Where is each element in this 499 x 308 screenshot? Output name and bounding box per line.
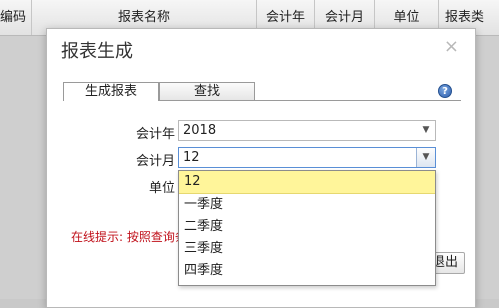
fiscal-year-label: 会计年	[136, 127, 176, 142]
column-header-code[interactable]: 编码	[0, 0, 32, 35]
fiscal-month-select[interactable]: 12 ▼	[178, 147, 436, 168]
fiscal-month-value: 12	[183, 150, 200, 165]
dropdown-option[interactable]: 四季度	[179, 260, 435, 282]
fiscal-month-label: 会计月	[136, 154, 176, 169]
tab-search[interactable]: 查找	[159, 82, 255, 100]
unit-label: 单位	[149, 181, 176, 196]
online-hint: 在线提示: 按照查询条	[71, 230, 187, 244]
help-icon[interactable]: ?	[438, 84, 452, 98]
dropdown-option[interactable]: 12	[179, 171, 435, 194]
tab-bar: 生成报表 查找	[63, 82, 461, 101]
dropdown-option[interactable]: 一季度	[179, 194, 435, 216]
fiscal-year-value: 2018	[183, 123, 217, 138]
tab-generate-report[interactable]: 生成报表	[63, 82, 159, 101]
dialog-title: 报表生成	[61, 41, 133, 62]
fiscal-month-dropdown-list: 12 一季度 二季度 三季度 四季度	[178, 170, 436, 286]
close-icon[interactable]: ×	[444, 36, 459, 57]
chevron-down-icon[interactable]: ▼	[417, 121, 435, 140]
dropdown-option[interactable]: 三季度	[179, 238, 435, 260]
fiscal-year-select[interactable]: 2018 ▼	[178, 120, 436, 141]
chevron-down-icon[interactable]: ▼	[416, 148, 435, 167]
dropdown-option[interactable]: 二季度	[179, 216, 435, 238]
